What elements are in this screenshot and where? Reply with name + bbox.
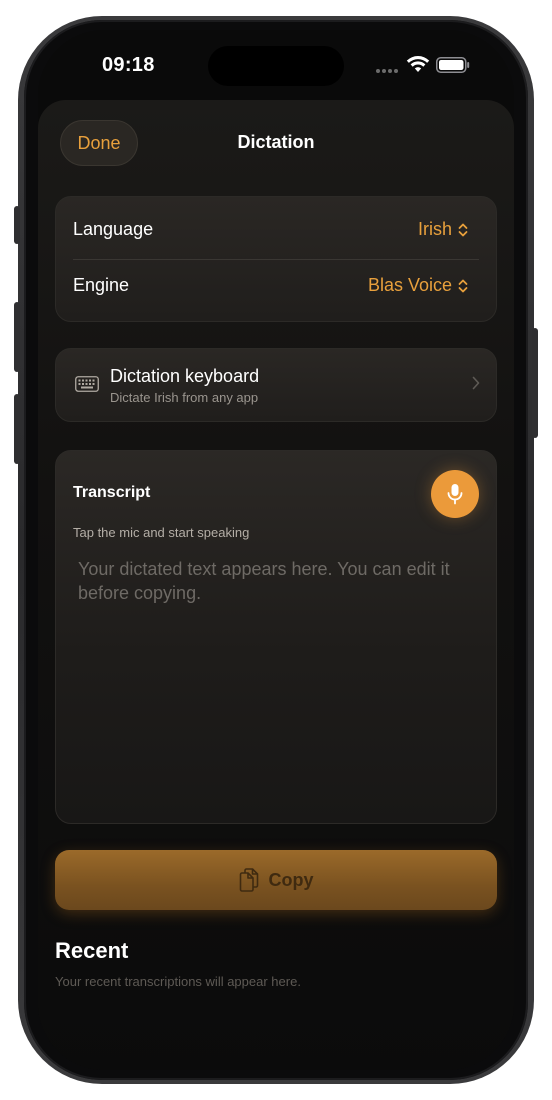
status-time: 09:18 <box>102 54 155 76</box>
copy-label: Copy <box>268 869 314 890</box>
dictation-sheet: Done Dictation Language Irish Engine Bla… <box>38 100 514 1070</box>
volume-down-button <box>14 394 20 464</box>
power-button <box>532 328 538 438</box>
transcript-text-area[interactable]: Your dictated text appears here. You can… <box>78 557 478 605</box>
recent-title: Recent <box>55 938 129 963</box>
action-button <box>14 206 20 244</box>
keyboard-title: Dictation keyboard <box>110 366 260 386</box>
status-bar: 09:18 <box>38 30 514 110</box>
settings-card: Language Irish Engine Blas Voice <box>55 196 497 322</box>
language-selector[interactable]: Irish <box>418 219 468 240</box>
page-title: Dictation <box>237 132 315 152</box>
engine-value: Blas Voice <box>367 275 452 295</box>
dictation-keyboard-row[interactable]: Dictation keyboard Dictate Irish from an… <box>55 348 497 422</box>
cellular-signal-icon <box>376 69 398 73</box>
language-row[interactable]: Language Irish <box>56 197 496 259</box>
wifi-icon <box>406 56 430 72</box>
microphone-icon <box>447 484 463 505</box>
recent-empty-text: Your recent transcriptions will appear h… <box>55 974 301 989</box>
language-value: Irish <box>417 219 452 239</box>
transcript-card: Transcript Tap the mic and start speakin… <box>55 450 497 824</box>
volume-up-button <box>14 302 20 372</box>
language-label: Language <box>73 219 154 239</box>
screen: 09:18 Done Dictation Language Irish Engi… <box>38 30 514 1070</box>
keyboard-icon <box>75 376 99 392</box>
keyboard-subtitle: Dictate Irish from any app <box>110 390 259 405</box>
chevron-right-icon <box>472 376 480 390</box>
engine-label: Engine <box>73 275 130 295</box>
dynamic-island <box>208 46 344 86</box>
chevron-up-down-icon <box>458 279 468 292</box>
transcript-title: Transcript <box>73 484 151 501</box>
copy-button[interactable]: Copy <box>55 850 497 910</box>
battery-icon <box>436 57 470 73</box>
engine-selector[interactable]: Blas Voice <box>368 275 468 296</box>
chevron-up-down-icon <box>458 223 468 236</box>
mic-button[interactable] <box>431 470 479 518</box>
engine-row[interactable]: Engine Blas Voice <box>56 253 496 315</box>
transcript-hint: Tap the mic and start speaking <box>73 525 250 540</box>
copy-icon <box>239 868 258 892</box>
